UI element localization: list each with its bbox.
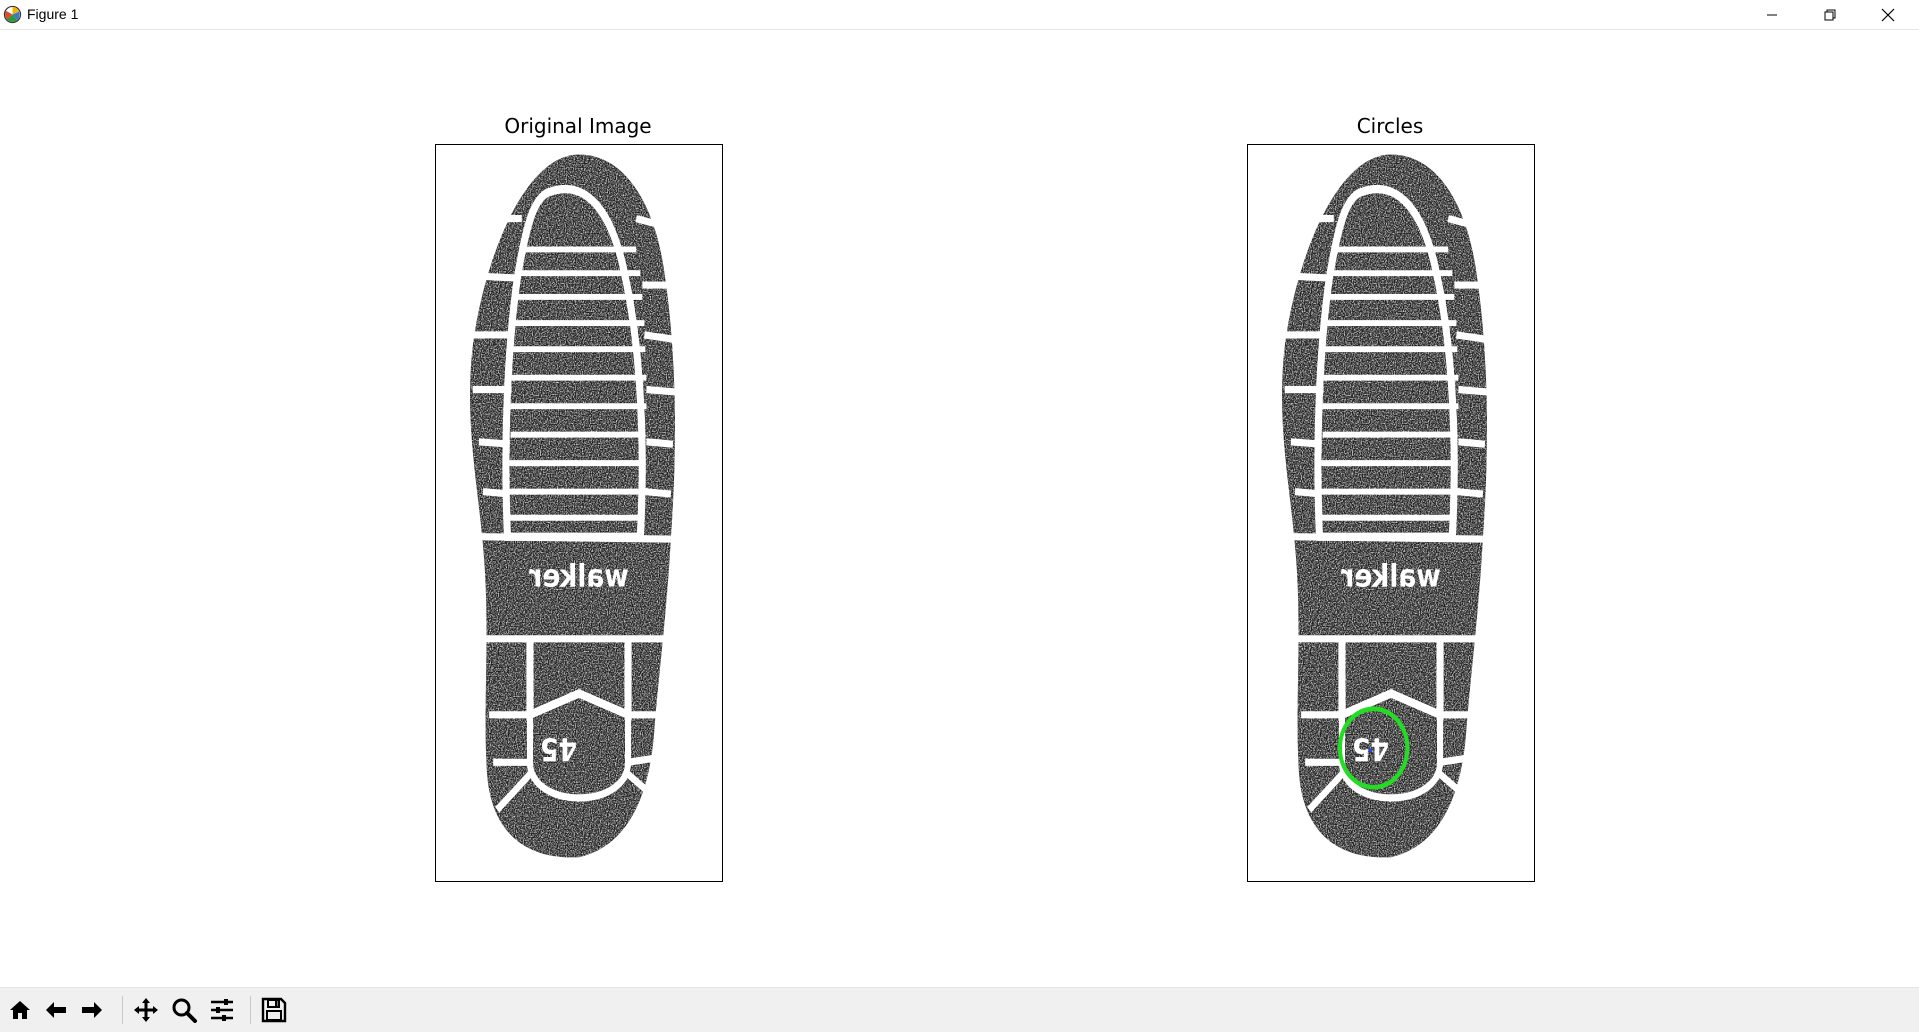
- zoom-icon: [172, 998, 197, 1023]
- minimize-button[interactable]: [1743, 0, 1801, 29]
- toolbar-separator: [250, 996, 251, 1024]
- back-button[interactable]: [40, 994, 72, 1026]
- title-bar: Figure 1: [0, 0, 1919, 30]
- axes-circles[interactable]: [1247, 144, 1535, 882]
- matplotlib-app-icon: [3, 5, 22, 24]
- window-title: Figure 1: [27, 6, 79, 22]
- axes-title-original: Original Image: [504, 114, 652, 138]
- home-icon: [10, 1001, 30, 1019]
- minimize-icon: [1767, 14, 1777, 15]
- circle-center: [1368, 748, 1373, 753]
- configure-subplots-button[interactable]: [206, 994, 238, 1026]
- forward-icon: [82, 1002, 102, 1018]
- figure-canvas[interactable]: Original Image Circles: [0, 30, 1919, 987]
- configure-subplots-icon: [211, 999, 233, 1021]
- close-button[interactable]: [1859, 0, 1917, 29]
- toolbar-separator: [122, 996, 123, 1024]
- home-button[interactable]: [4, 994, 36, 1026]
- save-button[interactable]: [258, 994, 290, 1026]
- restore-button[interactable]: [1801, 0, 1859, 29]
- close-icon: [1881, 8, 1895, 21]
- axes-title-circles: Circles: [1356, 114, 1424, 138]
- zoom-button[interactable]: [168, 994, 200, 1026]
- pan-icon: [134, 998, 158, 1022]
- axes-original-image[interactable]: [435, 144, 723, 882]
- shoe-sole-image: [436, 145, 722, 881]
- back-icon: [46, 1002, 66, 1018]
- shoe-sole-circles-image: [1248, 145, 1534, 881]
- forward-button[interactable]: [76, 994, 108, 1026]
- restore-icon: [1824, 9, 1836, 20]
- save-icon: [261, 997, 287, 1023]
- navigation-toolbar: [0, 987, 1919, 1032]
- pan-button[interactable]: [130, 994, 162, 1026]
